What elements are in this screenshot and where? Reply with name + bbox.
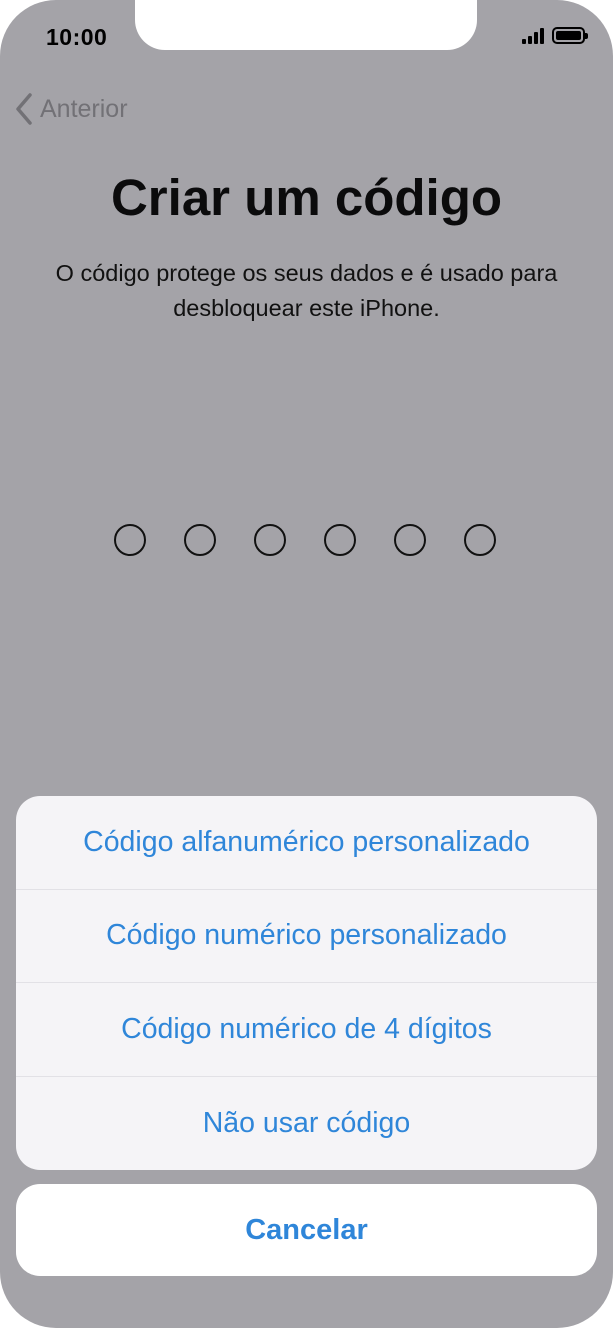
chevron-left-icon (16, 93, 32, 125)
option-4-digit-numeric[interactable]: Código numérico de 4 dígitos (16, 983, 597, 1077)
cancel-button[interactable]: Cancelar (16, 1184, 597, 1276)
option-no-passcode[interactable]: Não usar código (16, 1077, 597, 1171)
status-time: 10:00 (46, 24, 108, 50)
status-indicators (522, 27, 588, 44)
option-custom-alphanumeric[interactable]: Código alfanumérico personalizado (16, 796, 597, 890)
back-label: Anterior (40, 94, 128, 123)
cellular-signal-icon (522, 27, 544, 44)
back-button[interactable]: Anterior (14, 92, 128, 126)
phone-screen: 10:00 Anterior Criar um código O código … (0, 0, 613, 1328)
passcode-options-sheet: Código alfanumérico personalizado Código… (16, 796, 597, 1170)
passcode-dot (184, 524, 216, 556)
option-custom-numeric[interactable]: Código numérico personalizado (16, 890, 597, 983)
page-subtitle: O código protege os seus dados e é usado… (55, 260, 558, 321)
passcode-dot (114, 524, 146, 556)
passcode-dot (254, 524, 286, 556)
device-notch (135, 0, 477, 50)
passcode-dot (464, 524, 496, 556)
battery-icon (552, 27, 588, 44)
passcode-dot (394, 524, 426, 556)
passcode-dots (114, 524, 496, 556)
page-title: Criar um código (110, 169, 503, 226)
passcode-dot (324, 524, 356, 556)
